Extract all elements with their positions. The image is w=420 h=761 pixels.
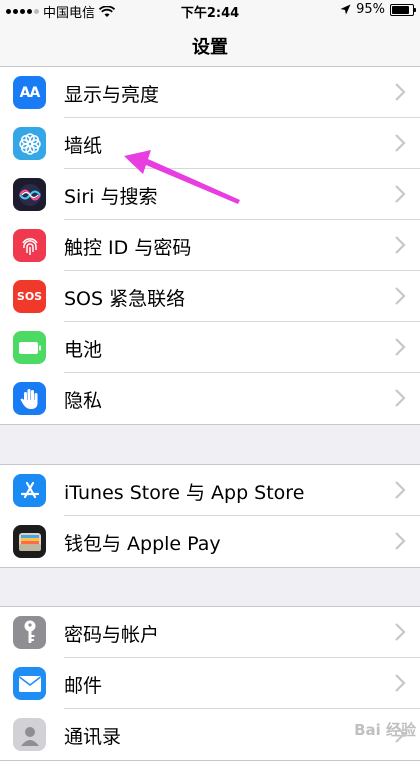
settings-row-label: 显示与亮度 — [64, 84, 160, 106]
settings-row-label: 钱包与 Apple Pay — [64, 533, 221, 555]
settings-group-display: AA 显示与亮度 墙纸 Siri 与搜索 触控 ID 与密码 SOS SOS 紧… — [0, 66, 420, 425]
settings-row-label: 邮件 — [64, 675, 103, 697]
settings-row-siri-search[interactable]: Siri 与搜索 — [0, 169, 420, 220]
siri-icon — [13, 178, 46, 211]
wallet-icon — [13, 525, 46, 558]
settings-row-wallpaper[interactable]: 墙纸 — [0, 118, 420, 169]
settings-row-label: Siri 与搜索 — [64, 186, 158, 208]
watermark: Bai 经验 — [354, 721, 416, 739]
chevron-right-icon — [395, 236, 406, 254]
battery-percent: 95% — [356, 2, 385, 17]
battery-status-icon — [390, 3, 416, 16]
sos-glyph: SOS — [16, 290, 43, 303]
contacts-icon — [13, 718, 46, 751]
app-store-icon — [13, 474, 46, 507]
chevron-right-icon — [395, 623, 406, 641]
navigation-bar: 设置 — [0, 20, 420, 70]
settings-row-label: 墙纸 — [64, 135, 103, 157]
settings-row-display-brightness[interactable]: AA 显示与亮度 — [0, 67, 420, 118]
chevron-right-icon — [395, 287, 406, 305]
battery-icon — [13, 331, 46, 364]
chevron-right-icon — [395, 674, 406, 692]
settings-row-emergency-sos[interactable]: SOS SOS 紧急联络 — [0, 271, 420, 322]
battery-fill — [392, 5, 409, 14]
privacy-hand-icon — [13, 382, 46, 415]
settings-row-label: 密码与帐户 — [64, 624, 160, 646]
chevron-right-icon — [395, 185, 406, 203]
settings-group-store: iTunes Store 与 App Store 钱包与 Apple Pay — [0, 464, 420, 568]
settings-row-label: 电池 — [64, 339, 103, 361]
display-aa-glyph: AA — [19, 84, 41, 101]
status-bar: 中国电信 下午2:44 95% — [0, 0, 420, 21]
settings-row-passwords-accounts[interactable]: 密码与帐户 — [0, 607, 420, 658]
display-brightness-icon: AA — [13, 76, 46, 109]
mail-icon — [13, 667, 46, 700]
sos-icon: SOS — [13, 280, 46, 313]
chevron-right-icon — [395, 481, 406, 499]
chevron-right-icon — [395, 389, 406, 407]
fingerprint-icon — [13, 229, 46, 262]
key-icon — [13, 616, 46, 649]
location-icon — [340, 4, 351, 15]
wallpaper-flower-icon — [13, 127, 46, 160]
settings-row-mail[interactable]: 邮件 — [0, 658, 420, 709]
settings-row-privacy[interactable]: 隐私 — [0, 373, 420, 424]
settings-row-itunes-app-store[interactable]: iTunes Store 与 App Store — [0, 465, 420, 516]
chevron-right-icon — [395, 83, 406, 101]
page-title: 设置 — [192, 37, 228, 58]
settings-row-label: 通讯录 — [64, 726, 122, 748]
settings-row-label: 触控 ID 与密码 — [64, 237, 192, 259]
settings-row-battery[interactable]: 电池 — [0, 322, 420, 373]
settings-row-label: SOS 紧急联络 — [64, 288, 186, 310]
chevron-right-icon — [395, 338, 406, 356]
settings-row-label: iTunes Store 与 App Store — [64, 482, 305, 504]
settings-row-label: 隐私 — [64, 390, 103, 412]
chevron-right-icon — [395, 532, 406, 550]
status-right: 95% — [340, 2, 416, 17]
settings-row-wallet-apple-pay[interactable]: 钱包与 Apple Pay — [0, 516, 420, 567]
settings-row-touch-id-passcode[interactable]: 触控 ID 与密码 — [0, 220, 420, 271]
chevron-right-icon — [395, 134, 406, 152]
